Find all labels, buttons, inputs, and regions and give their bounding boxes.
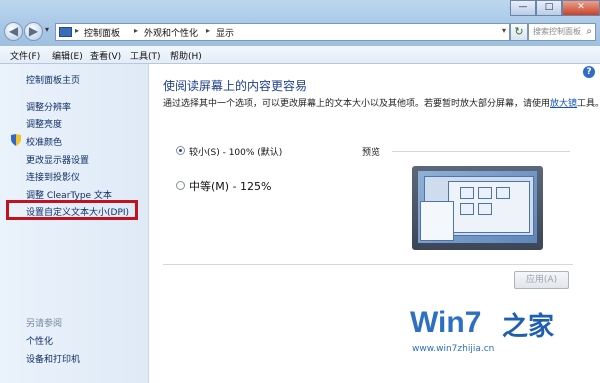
help-icon[interactable]: ? — [583, 66, 595, 78]
refresh-icon: ↻ — [514, 25, 524, 38]
option-medium-label[interactable]: 中等(M) - 125% — [189, 178, 271, 194]
sidebar-item-home[interactable]: 控制面板主页 — [26, 73, 80, 86]
magnifier-link[interactable]: 放大镜 — [550, 99, 577, 109]
option-smaller-label[interactable]: 较小(S) - 100% (默认) — [189, 145, 282, 158]
highlight-box — [6, 200, 138, 220]
search-input[interactable]: 搜索控制面板 ⌕ — [528, 23, 596, 41]
page-title: 使阅读屏幕上的内容更容易 — [163, 79, 308, 93]
control-panel-icon — [59, 27, 72, 37]
watermark-brand-mark: 之家 — [502, 311, 555, 341]
minimize-button[interactable]: — — [510, 0, 536, 16]
page-description: 通过选择其中一个选项，可以更改屏幕上的文本大小以及其他项。若要暂时放大部分屏幕，… — [163, 96, 600, 109]
forward-arrow-icon: ▶ — [28, 24, 39, 38]
breadcrumb-arrow-icon: ▸ — [206, 26, 211, 35]
chevron-down-icon[interactable]: ▾ — [502, 26, 506, 35]
radio-smaller[interactable] — [176, 146, 185, 155]
chevron-down-icon: ▾ — [45, 25, 50, 34]
breadcrumb-control-panel[interactable]: 控制面板 — [84, 26, 120, 39]
menu-bar: 文件(F) 编辑(E) 查看(V) 工具(T) 帮助(H) — [0, 46, 600, 64]
apply-button[interactable]: 应用(A) — [514, 271, 569, 289]
menu-help[interactable]: 帮助(H) — [170, 49, 202, 62]
shield-icon — [11, 134, 21, 146]
sidebar-item-display-settings[interactable]: 更改显示器设置 — [26, 153, 89, 166]
radio-medium[interactable] — [176, 181, 185, 190]
sidebar-item-calibrate-color[interactable]: 校准颜色 — [26, 135, 62, 148]
breadcrumb-appearance[interactable]: 外观和个性化 — [144, 26, 198, 39]
breadcrumb-arrow-icon: ▸ — [75, 26, 80, 35]
preview-label: 预览 — [362, 148, 381, 158]
description-text: 通过选择其中一个选项，可以更改屏幕上的文本大小以及其他项。若要暂时放大部分屏幕，… — [163, 99, 551, 109]
menu-file[interactable]: 文件(F) — [10, 49, 40, 62]
maximize-button[interactable]: □ — [536, 0, 562, 16]
back-arrow-icon: ◀ — [8, 24, 19, 38]
forward-button[interactable]: ▶ — [24, 22, 43, 41]
sidebar-item-projector[interactable]: 连接到投影仪 — [26, 170, 80, 183]
menu-view[interactable]: 查看(V) — [90, 49, 121, 62]
description-text-end: 工具。 — [577, 99, 600, 109]
see-also-heading: 另请参阅 — [26, 319, 63, 329]
sidebar-item-resolution[interactable]: 调整分辨率 — [26, 100, 71, 113]
watermark-brand: Win7 — [410, 306, 482, 339]
address-bar[interactable]: ▸ 控制面板 ▸ 外观和个性化 ▸ 显示 ▾ — [55, 23, 510, 41]
sidebar-item-devices-printers[interactable]: 设备和打印机 — [26, 352, 80, 365]
divider — [392, 151, 570, 152]
recent-pages-dropdown[interactable]: ▾ — [45, 25, 49, 34]
sidebar — [0, 64, 149, 383]
refresh-button[interactable]: ↻ — [510, 23, 528, 41]
watermark-logo: Win7 之家 www.win7zhijia.cn — [410, 306, 598, 378]
breadcrumb-display[interactable]: 显示 — [216, 26, 234, 39]
menu-tools[interactable]: 工具(T) — [130, 49, 161, 62]
menu-edit[interactable]: 编辑(E) — [52, 49, 83, 62]
watermark-url: www.win7zhijia.cn — [412, 344, 495, 354]
search-icon: ⌕ — [586, 26, 592, 37]
back-button[interactable]: ◀ — [4, 22, 23, 41]
sidebar-item-personalization[interactable]: 个性化 — [26, 334, 53, 347]
sidebar-item-brightness[interactable]: 调整亮度 — [26, 117, 62, 130]
search-placeholder: 搜索控制面板 — [533, 27, 581, 36]
close-button[interactable]: ✕ — [562, 0, 600, 16]
breadcrumb-arrow-icon: ▸ — [134, 26, 139, 35]
divider — [163, 264, 573, 265]
preview-screen — [418, 171, 537, 243]
preview-image — [412, 166, 543, 250]
